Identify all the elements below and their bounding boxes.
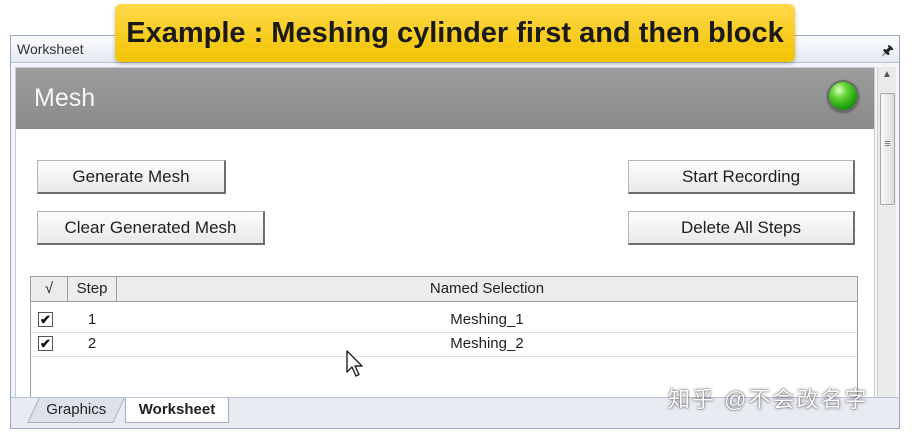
header-named-selection[interactable]: Named Selection bbox=[117, 277, 857, 301]
tab-graphics[interactable]: Graphics bbox=[27, 398, 125, 423]
worksheet-panel: Worksheet 🖈 Mesh Generate Mesh Clear Gen… bbox=[10, 35, 900, 429]
row-checkbox[interactable]: ✔ bbox=[38, 336, 53, 351]
example-banner: Example : Meshing cylinder first and the… bbox=[115, 4, 795, 62]
tab-worksheet[interactable]: Worksheet bbox=[125, 398, 229, 423]
scroll-thumb[interactable]: ≡ bbox=[880, 93, 895, 205]
row-checkbox[interactable]: ✔ bbox=[38, 312, 53, 327]
clear-generated-mesh-button[interactable]: Clear Generated Mesh bbox=[37, 211, 265, 245]
table-header: √ Step Named Selection bbox=[31, 277, 857, 302]
status-light-icon bbox=[827, 80, 859, 112]
watermark: 知乎 @不会改名字 bbox=[668, 387, 869, 412]
start-recording-button[interactable]: Start Recording bbox=[628, 160, 855, 194]
scroll-grip-icon: ≡ bbox=[884, 138, 891, 150]
scroll-up-icon[interactable]: ▲ bbox=[878, 69, 896, 80]
worksheet-content: Mesh Generate Mesh Clear Generated Mesh … bbox=[15, 67, 875, 417]
named-selection: Meshing_2 bbox=[450, 335, 524, 352]
header-step[interactable]: Step bbox=[68, 277, 117, 301]
step-number: 2 bbox=[87, 335, 97, 352]
header-check[interactable]: √ bbox=[31, 277, 68, 301]
panel-title: Worksheet bbox=[17, 41, 84, 57]
delete-all-steps-button[interactable]: Delete All Steps bbox=[628, 211, 855, 245]
table-row[interactable]: ✔ 2 Meshing_2 bbox=[31, 332, 857, 357]
mesh-title: Mesh bbox=[34, 84, 96, 112]
pin-icon[interactable]: 🖈 bbox=[881, 40, 894, 64]
step-number: 1 bbox=[87, 311, 97, 328]
mesh-header: Mesh bbox=[16, 68, 874, 129]
generate-mesh-button[interactable]: Generate Mesh bbox=[37, 160, 226, 194]
vertical-scrollbar[interactable]: ▲ ≡ ▼ bbox=[877, 67, 896, 415]
named-selection: Meshing_1 bbox=[450, 311, 524, 328]
mouse-cursor-icon bbox=[346, 350, 363, 377]
table-row[interactable]: ✔ 1 Meshing_1 bbox=[31, 308, 857, 333]
tab-graphics-label: Graphics bbox=[46, 401, 107, 418]
